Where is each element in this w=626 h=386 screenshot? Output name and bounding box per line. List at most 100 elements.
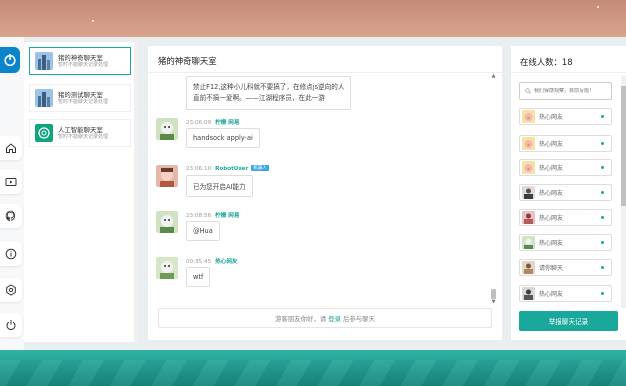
side-nav [0, 37, 24, 350]
message-meta: 23:08:56 柠檬 网易 [186, 211, 239, 219]
message-username[interactable]: 柠檬 网易 [215, 213, 239, 219]
online-user-name: 热心网友 [539, 114, 564, 121]
search-icon [525, 88, 531, 94]
online-status-dot [601, 191, 604, 194]
video-icon [5, 178, 17, 186]
power-icon [6, 320, 16, 330]
hexagon-settings-icon [6, 284, 16, 296]
online-status-dot [601, 216, 604, 219]
login-prompt-text: 游客朋友你好，请 [275, 314, 327, 323]
room-list-scrollbar[interactable] [134, 42, 139, 342]
user-avatar-icon [522, 211, 535, 224]
github-icon [5, 210, 16, 222]
message-text: 直前不搞一爱啊。——江湖程序员，在此一游 [193, 94, 325, 102]
room-title: 人工智能聊天室 [58, 125, 103, 134]
online-user-row[interactable]: 热心网友 [519, 234, 612, 251]
openai-avatar-icon [35, 124, 53, 142]
online-user-name: 热心网友 [539, 165, 564, 172]
message-time: 23:06:09 [186, 120, 212, 126]
chat-title: 猪的神奇聊天室 [158, 56, 217, 66]
scrollbar-thumb[interactable] [491, 289, 496, 299]
top-background [0, 0, 626, 37]
online-status-dot [601, 241, 604, 244]
message-username[interactable]: RobotUser [215, 166, 248, 172]
bottom-background [0, 350, 626, 386]
online-status-dot [601, 166, 604, 169]
message-time: 00:35:45 [186, 259, 212, 265]
online-count: 在线人数：18 [520, 57, 573, 67]
room-item[interactable]: 猪的神奇聊天室 暂时不能聊天记录处理 [29, 47, 131, 75]
user-avatar-icon [156, 257, 178, 279]
pig-avatar-icon [522, 137, 535, 150]
room-title: 猪的测试聊天室 [58, 90, 103, 99]
robot-avatar-icon [156, 165, 178, 187]
online-user-name: 热心网友 [539, 215, 564, 222]
user-avatar-icon [156, 211, 178, 233]
chat-scrollbar[interactable]: ▲ ▼ [491, 74, 496, 305]
divider [148, 72, 502, 73]
message-bubble: wtf [186, 267, 211, 287]
message-meta: 23:06:10 RobotUser 机器人 [186, 165, 270, 172]
video-nav-button[interactable] [0, 170, 22, 194]
user-avatar-icon [156, 118, 178, 140]
chat-panel: 猪的神奇聊天室 禁止F12,这种小儿科就不要搞了，在修点js逆向的人 直前不搞一… [148, 46, 502, 340]
online-user-row[interactable]: 热心网友 [519, 159, 612, 176]
pig-avatar-icon [522, 161, 535, 174]
online-user-row[interactable]: 热心网友 [519, 135, 612, 152]
message-bubble: 禁止F12,这种小儿科就不要搞了，在修点js逆向的人 直前不搞一爱啊。——江湖程… [186, 76, 352, 110]
settings-nav-button[interactable] [0, 278, 22, 302]
online-status-dot [601, 266, 604, 269]
login-prompt-bar: 游客朋友你好，请 登录 后参与聊天 [158, 308, 492, 328]
logout-nav-button[interactable] [0, 313, 22, 337]
user-avatar-icon [522, 236, 535, 249]
online-status-dot [601, 115, 604, 118]
online-list-scrollbar[interactable] [621, 76, 626, 308]
room-item[interactable]: 人工智能聊天室 暂时不能聊天记录处理 [29, 119, 131, 147]
message-meta: 00:35:45 热心网友 [186, 257, 238, 265]
city-avatar-icon [35, 52, 53, 70]
login-link[interactable]: 登录 [328, 314, 341, 323]
message-username[interactable]: 柠檬 网易 [215, 120, 239, 126]
star-decoration [92, 20, 94, 22]
star-decoration [597, 6, 599, 8]
online-status-dot [601, 142, 604, 145]
room-title: 猪的神奇聊天室 [58, 53, 103, 62]
message-meta: 23:06:09 柠檬 网易 [186, 118, 239, 126]
message-bubble: 已为您开启AI能力 [186, 175, 253, 197]
power-logo-icon [4, 54, 16, 67]
online-panel: 在线人数：18 热心网友 热心网友 热心网友 热心网友 热心网友 热心网友 请你… [511, 46, 626, 340]
online-user-name: 热心网友 [539, 190, 564, 197]
app-logo-button[interactable] [0, 47, 20, 73]
online-user-row[interactable]: 热心网友 [519, 108, 612, 125]
scroll-down-icon[interactable]: ▼ [491, 300, 496, 305]
online-user-name: 热心网友 [539, 291, 564, 298]
message-username[interactable]: 热心网友 [215, 259, 237, 265]
room-item[interactable]: 猪的测试聊天室 暂时不能聊天记录处理 [29, 84, 131, 112]
report-chat-button[interactable]: 举报聊天记录 [519, 311, 618, 331]
info-nav-button[interactable] [0, 242, 22, 266]
github-nav-button[interactable] [0, 204, 22, 228]
home-nav-button[interactable] [0, 136, 22, 160]
pig-avatar-icon [522, 110, 535, 123]
user-avatar-icon [522, 287, 535, 300]
robot-badge: 机器人 [251, 165, 270, 171]
divider [511, 72, 626, 73]
message-time: 23:06:10 [186, 166, 212, 172]
user-avatar-icon [522, 186, 535, 199]
online-status-dot [601, 292, 604, 295]
online-user-row[interactable]: 请你聊天 [519, 259, 612, 276]
message-text: 禁止F12,这种小儿科就不要搞了，在修点js逆向的人 [193, 83, 345, 91]
user-search-box[interactable] [519, 82, 612, 100]
online-user-name: 请你聊天 [539, 265, 564, 272]
user-search-input[interactable] [534, 88, 610, 94]
message-time: 23:08:56 [186, 213, 212, 219]
login-prompt-text: 后参与聊天 [343, 314, 375, 323]
online-user-row[interactable]: 热心网友 [519, 285, 612, 302]
online-user-name: 热心网友 [539, 240, 564, 247]
room-subtitle: 暂时不能聊天记录处理 [58, 61, 109, 68]
info-icon [5, 248, 17, 260]
scroll-up-icon[interactable]: ▲ [491, 74, 496, 79]
online-user-row[interactable]: 热心网友 [519, 209, 612, 226]
scrollbar-thumb[interactable] [621, 86, 626, 206]
online-user-row[interactable]: 热心网友 [519, 184, 612, 201]
